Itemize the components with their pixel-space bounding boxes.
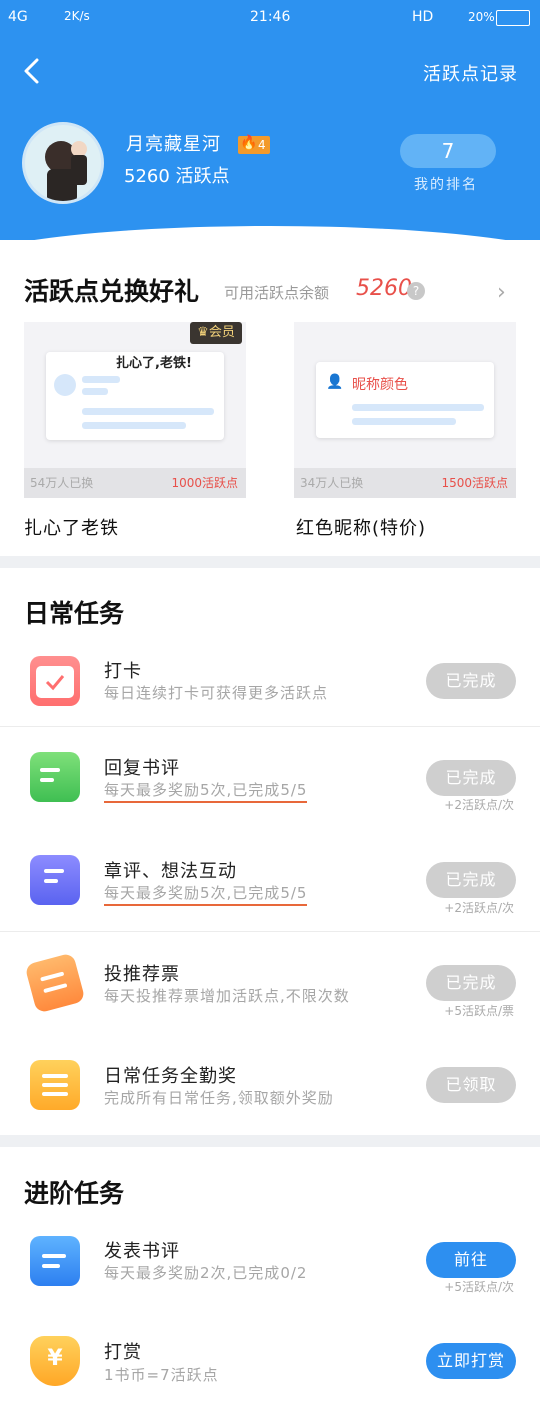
money-bag-icon: ¥ (30, 1336, 80, 1386)
task-reward: +2活跃点/次 (444, 798, 514, 812)
exchanged-count: 54万人已换 (30, 476, 94, 490)
gift-cost: 1500活跃点 (441, 476, 508, 490)
task-desc: 每天最多奖励5次,已完成5/5 (104, 779, 308, 803)
preview-avatar (54, 374, 76, 396)
task-desc: 每日连续打卡可获得更多活跃点 (104, 684, 329, 702)
gift-card-1[interactable]: 扎心了,老铁! 54万人已换 1000活跃点 (24, 322, 246, 498)
user-points: 5260 活跃点 (124, 166, 230, 187)
task-title: 打卡 (104, 661, 142, 682)
gift-title-1[interactable]: 扎心了老铁 (24, 514, 119, 540)
exchanged-count: 34万人已换 (300, 476, 364, 490)
chat-icon (30, 752, 80, 802)
task-title: 日常任务全勤奖 (104, 1066, 237, 1087)
task-title: 章评、想法互动 (104, 861, 237, 882)
header-curve (0, 226, 540, 240)
row-separator (0, 931, 540, 932)
crown-icon: ♛ (197, 325, 209, 340)
task-status-button[interactable]: 已完成 (426, 862, 516, 898)
flame-icon: 🔥 (240, 135, 258, 151)
ticket-icon (24, 952, 86, 1014)
gift-preview-text: 扎心了,老铁! (116, 356, 192, 371)
back-arrow-icon[interactable] (18, 56, 48, 86)
gift-card-footer: 34万人已换 1500活跃点 (294, 468, 516, 498)
row-separator (0, 726, 540, 727)
preview-bar (82, 388, 108, 395)
document-icon (30, 1236, 80, 1286)
task-status-button[interactable]: 已领取 (426, 1067, 516, 1103)
gift-cost: 1000活跃点 (171, 476, 238, 490)
network-speed: 2K/s (64, 9, 90, 23)
task-desc: 完成所有日常任务,领取额外奖励 (104, 1089, 334, 1107)
section-divider (0, 556, 540, 568)
gift-title-2[interactable]: 红色昵称(特价) (296, 514, 426, 540)
advanced-title: 进阶任务 (24, 1179, 125, 1208)
gift-card-footer: 54万人已换 1000活跃点 (24, 468, 246, 498)
task-title: 投推荐票 (104, 964, 180, 985)
list-icon (30, 1060, 80, 1110)
daily-title: 日常任务 (24, 599, 125, 628)
battery-icon (496, 10, 530, 26)
document-icon (30, 855, 80, 905)
task-title: 回复书评 (104, 758, 180, 779)
task-desc: 每天投推荐票增加活跃点,不限次数 (104, 987, 350, 1005)
preview-bar (82, 422, 186, 429)
preview-bar (82, 408, 214, 415)
task-status-button[interactable]: 已完成 (426, 965, 516, 1001)
avatar[interactable] (22, 122, 104, 204)
level-badge: 🔥 4 (238, 135, 270, 154)
avatar-illustration-icon (45, 141, 87, 201)
calendar-icon (30, 656, 80, 706)
exchange-title: 活跃点兑换好礼 (24, 277, 200, 306)
rank-value[interactable]: 7 (400, 134, 496, 168)
nickname-color-text: 昵称颜色 (352, 377, 408, 393)
activity-record-link[interactable]: 活跃点记录 (423, 60, 518, 86)
preview-bar (352, 418, 456, 425)
chevron-right-icon[interactable]: › (497, 280, 506, 305)
task-status-button[interactable]: 已完成 (426, 760, 516, 796)
task-title: 打赏 (104, 1342, 142, 1363)
task-reward: +5活跃点/票 (444, 1004, 514, 1018)
task-reward: +2活跃点/次 (444, 901, 514, 915)
tip-button[interactable]: 立即打赏 (426, 1343, 516, 1379)
go-button[interactable]: 前往 (426, 1242, 516, 1278)
section-divider (0, 1135, 540, 1147)
rank-label: 我的排名 (414, 177, 478, 193)
clock: 21:46 (250, 9, 291, 25)
task-status-button[interactable]: 已完成 (426, 663, 516, 699)
preview-bar (352, 404, 484, 411)
preview-bar (82, 376, 120, 383)
task-desc: 1书币=7活跃点 (104, 1366, 219, 1384)
gift-preview: 👤 昵称颜色 (316, 362, 494, 438)
task-desc: 每天最多奖励2次,已完成0/2 (104, 1264, 308, 1282)
user-icon: 👤 (326, 374, 344, 390)
gift-card-2[interactable]: 👤 昵称颜色 34万人已换 1500活跃点 (294, 322, 516, 498)
task-desc: 每天最多奖励5次,已完成5/5 (104, 882, 308, 906)
network-indicator: 4G (8, 9, 28, 25)
balance-value: 5260 (356, 276, 412, 301)
profile-header: 活跃点记录 月亮藏星河 🔥 4 5260 活跃点 7 我的排名 (0, 36, 540, 240)
user-name: 月亮藏星河 (126, 134, 221, 155)
help-icon[interactable]: ? (407, 282, 425, 300)
status-bar: 4G 2K/s 21:46 HD 20% (0, 0, 540, 36)
vip-badge: ♛会员 (190, 322, 242, 344)
balance-label: 可用活跃点余额 (224, 284, 330, 302)
task-title: 发表书评 (104, 1241, 180, 1262)
task-reward: +5活跃点/次 (444, 1280, 514, 1294)
battery-level: 20% (468, 10, 495, 24)
hd-indicator: HD (412, 9, 434, 25)
